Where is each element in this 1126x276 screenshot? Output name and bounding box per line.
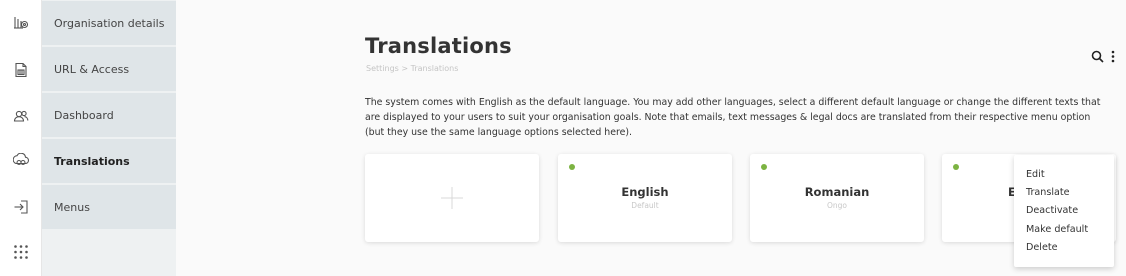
menu-item-deactivate[interactable]: Deactivate bbox=[1014, 202, 1114, 220]
language-context-menu: Edit Translate Deactivate Make default D… bbox=[1014, 155, 1114, 267]
breadcrumb: Settings > Translations bbox=[366, 64, 459, 73]
menu-item-translate[interactable]: Translate bbox=[1014, 183, 1114, 201]
active-status-dot bbox=[569, 164, 575, 170]
submenu-item-organisation-details[interactable]: Organisation details bbox=[42, 1, 176, 45]
submenu-item-translations[interactable]: Translations bbox=[42, 139, 176, 183]
submenu-item-url-access[interactable]: URL & Access bbox=[42, 47, 176, 91]
submenu-item-dashboard[interactable]: Dashboard bbox=[42, 93, 176, 137]
menus-login-icon[interactable] bbox=[13, 199, 29, 215]
menu-item-make-default[interactable]: Make default bbox=[1014, 220, 1114, 238]
add-language-card[interactable] bbox=[365, 154, 539, 242]
plus-icon bbox=[441, 187, 463, 209]
language-card-romanian[interactable]: Romanian Ongo bbox=[750, 154, 924, 242]
submenu-item-label: Translations bbox=[54, 154, 130, 168]
submenu-item-label: Menus bbox=[54, 200, 90, 214]
translations-icon[interactable] bbox=[13, 153, 29, 169]
language-name: English bbox=[621, 185, 669, 199]
apps-grid-icon[interactable] bbox=[13, 244, 29, 260]
page-actions bbox=[1091, 50, 1116, 63]
language-subtitle: Ongo bbox=[826, 201, 847, 210]
page-description: The system comes with English as the def… bbox=[365, 97, 1101, 138]
page-title: Translations bbox=[365, 34, 512, 58]
main-content: Translations Settings > Translations The… bbox=[176, 0, 1126, 276]
language-subtitle: Default bbox=[631, 201, 659, 210]
icon-rail bbox=[0, 0, 42, 276]
language-card-english[interactable]: English Default bbox=[558, 154, 732, 242]
submenu-item-label: Dashboard bbox=[54, 108, 114, 122]
submenu-item-label: URL & Access bbox=[54, 62, 130, 76]
app: Organisation details URL & Access Dashbo… bbox=[0, 0, 1126, 276]
language-name: Romanian bbox=[804, 185, 870, 199]
search-icon[interactable] bbox=[1091, 50, 1104, 63]
submenu-item-menus[interactable]: Menus bbox=[42, 185, 176, 229]
url-access-icon[interactable] bbox=[13, 62, 29, 78]
submenu-item-label: Organisation details bbox=[54, 16, 165, 30]
active-status-dot bbox=[953, 164, 959, 170]
dashboard-users-icon[interactable] bbox=[13, 108, 29, 124]
menu-item-delete[interactable]: Delete bbox=[1014, 239, 1114, 257]
active-status-dot bbox=[761, 164, 767, 170]
settings-submenu: Organisation details URL & Access Dashbo… bbox=[42, 0, 176, 276]
more-vertical-icon[interactable] bbox=[1110, 50, 1116, 63]
menu-item-edit[interactable]: Edit bbox=[1014, 165, 1114, 183]
organisation-icon[interactable] bbox=[13, 14, 29, 30]
